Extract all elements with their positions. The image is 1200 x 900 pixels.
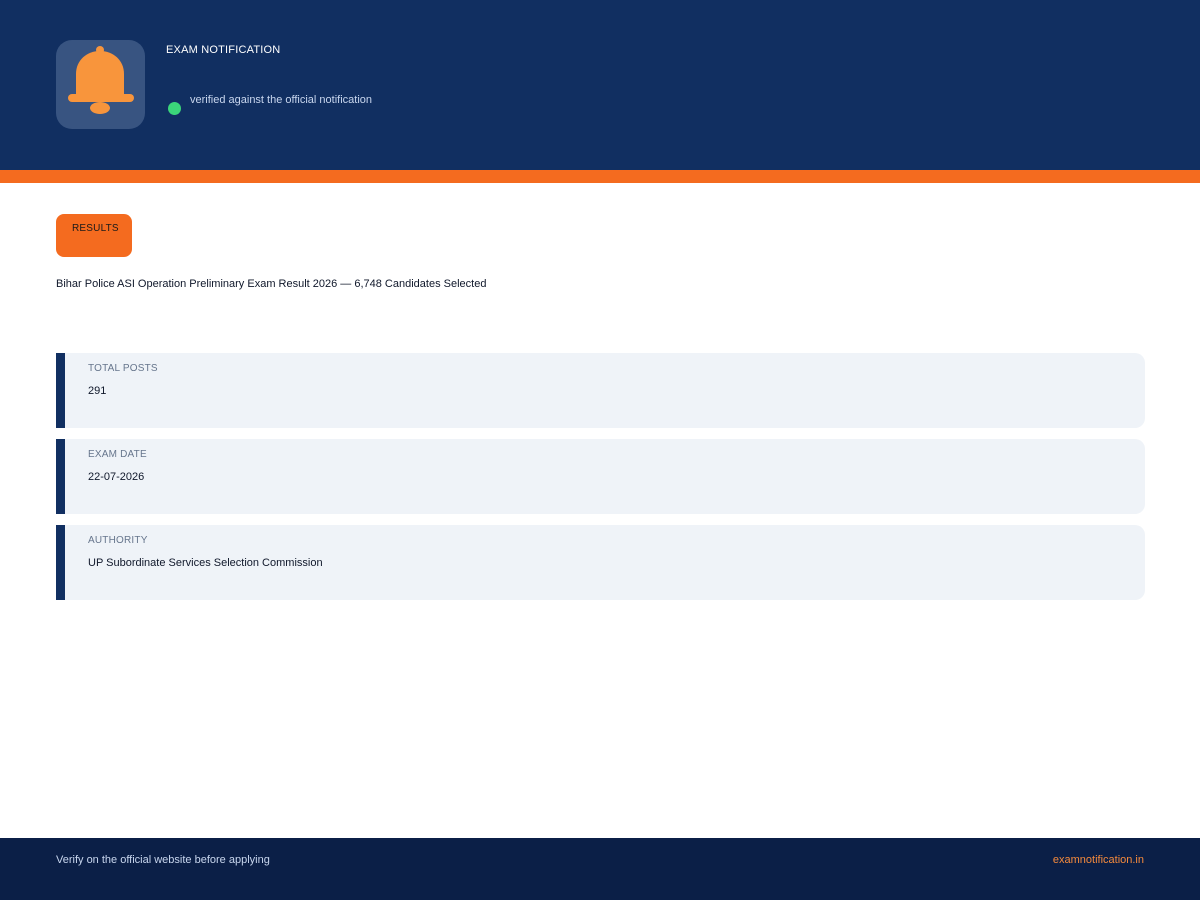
card-value: 22-07-2026 xyxy=(88,471,145,483)
card-value: 291 xyxy=(88,385,107,397)
info-card-authority: AUTHORITY UP Subordinate Services Select… xyxy=(56,525,1145,600)
bell-icon xyxy=(68,46,134,114)
status-text: verified against the official notificati… xyxy=(190,94,373,106)
header-accent-stripe xyxy=(0,170,1200,183)
footer: Verify on the official website before ap… xyxy=(0,838,1200,900)
card-accent-bar xyxy=(56,439,65,514)
status-dot-icon xyxy=(168,102,181,115)
card-value: UP Subordinate Services Selection Commis… xyxy=(88,557,323,569)
info-card-total-posts: TOTAL POSTS 291 xyxy=(56,353,1145,428)
footer-disclaimer: Verify on the official website before ap… xyxy=(56,854,270,866)
page-title: Bihar Police ASI Operation Preliminary E… xyxy=(56,278,487,290)
category-tag[interactable]: RESULTS xyxy=(56,214,132,257)
card-accent-bar xyxy=(56,353,65,428)
header-banner: EXAM NOTIFICATION verified against the o… xyxy=(0,0,1200,170)
page: EXAM NOTIFICATION verified against the o… xyxy=(0,0,1200,900)
info-card-exam-date: EXAM DATE 22-07-2026 xyxy=(56,439,1145,514)
app-icon-tile xyxy=(56,40,145,129)
header-label: EXAM NOTIFICATION xyxy=(166,44,281,56)
card-label: TOTAL POSTS xyxy=(88,363,158,374)
footer-site-link[interactable]: examnotification.in xyxy=(1053,854,1144,866)
card-accent-bar xyxy=(56,525,65,600)
card-label: EXAM DATE xyxy=(88,449,147,460)
card-label: AUTHORITY xyxy=(88,535,148,546)
